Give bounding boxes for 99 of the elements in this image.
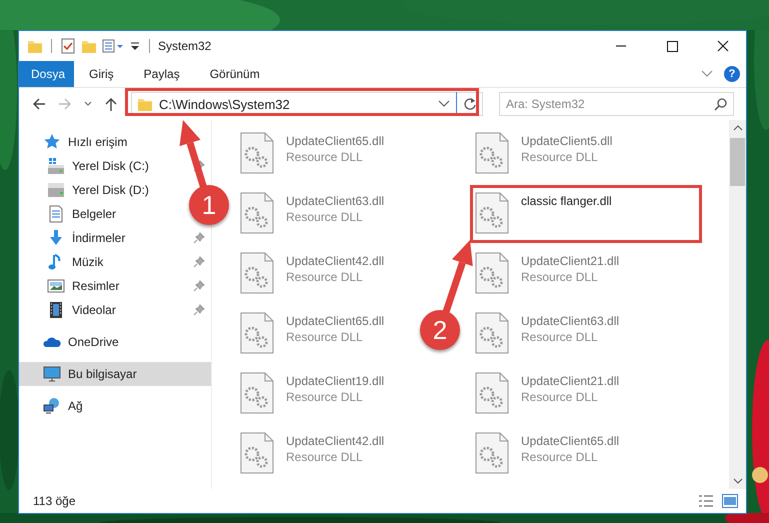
sidebar-item[interactable]: Belgeler	[19, 202, 122, 226]
help-button[interactable]: ?	[724, 66, 740, 82]
gears-file-icon[interactable]	[240, 252, 274, 294]
file-type: Resource DLL	[286, 270, 364, 284]
item-count: 113 öğe	[33, 494, 76, 508]
up-icon[interactable]	[103, 96, 119, 112]
sidebar-label: Resimler	[72, 279, 120, 293]
file-name: UpdateClient63.dll	[521, 314, 620, 328]
file-type: Resource DLL	[521, 390, 599, 404]
details-view-icon[interactable]	[698, 494, 714, 508]
file-name: UpdateClient19.dll	[286, 374, 384, 388]
sidebar-label: İndirmeler	[72, 231, 126, 245]
scroll-down-icon[interactable]	[732, 477, 742, 485]
file-name: UpdateClient65.dll	[521, 434, 620, 448]
checklist-icon[interactable]	[60, 38, 76, 54]
network-icon	[43, 397, 61, 415]
sidebar-label: Yerel Disk (D:)	[72, 183, 149, 197]
file-type: Resource DLL	[521, 150, 599, 164]
chevron-icon[interactable]	[438, 99, 450, 109]
tiles-view-icon[interactable]	[722, 494, 738, 508]
sidebar-label: Müzik	[72, 255, 104, 269]
sidebar-item[interactable]: Hızlı erişim	[19, 130, 134, 154]
sidebar-label: Hızlı erişim	[68, 135, 128, 149]
ribbon-tab[interactable]: Paylaş	[128, 61, 195, 87]
file-name: UpdateClient42.dll	[286, 254, 384, 268]
file-type: Resource DLL	[286, 390, 364, 404]
scroll-thumb[interactable]	[730, 138, 745, 186]
drive-icon	[47, 181, 65, 199]
sidebar-label: Videolar	[72, 303, 116, 317]
file-type: Resource DLL	[286, 150, 364, 164]
pin-icon[interactable]	[193, 232, 205, 244]
scrollbar[interactable]	[729, 120, 746, 489]
ribbon-tab[interactable]: Dosya	[19, 61, 74, 87]
gears-file-icon[interactable]	[475, 132, 509, 174]
file-type: Resource DLL	[521, 450, 599, 464]
folder-icon[interactable]	[81, 38, 97, 54]
file-name: classic flanger.dll	[521, 194, 612, 208]
gears-file-icon[interactable]	[240, 192, 274, 234]
search-field[interactable]: Ara: System32	[499, 92, 734, 116]
gears-file-icon[interactable]	[475, 192, 509, 234]
folder-icon	[137, 96, 153, 112]
sidebar-item[interactable]: Ağ	[19, 394, 89, 418]
sidebar-item[interactable]: Müzik	[19, 250, 211, 274]
ribbon-tab[interactable]: Görünüm	[194, 61, 275, 87]
refresh-icon[interactable]	[463, 97, 477, 111]
folder-icon[interactable]	[27, 38, 43, 54]
file-name: UpdateClient63.dll	[286, 194, 384, 208]
sidebar-item[interactable]: OneDrive	[19, 330, 125, 354]
gears-file-icon[interactable]	[475, 312, 509, 354]
sidebar-item[interactable]: Videolar	[19, 298, 211, 322]
sidebar-label: Belgeler	[72, 207, 116, 221]
address-bar[interactable]: C:\Windows\System32	[131, 92, 483, 116]
search-icon[interactable]	[714, 97, 728, 111]
file-name: UpdateClient42.dll	[286, 434, 384, 448]
gears-file-icon[interactable]	[240, 312, 274, 354]
gears-file-icon[interactable]	[240, 132, 274, 174]
list-icon[interactable]	[102, 38, 124, 54]
star-icon	[43, 133, 61, 151]
document-icon	[47, 205, 65, 223]
ribbon-tab[interactable]: Giriş	[74, 61, 129, 87]
sidebar-label: Ağ	[68, 399, 83, 413]
sidebar-item[interactable]: İndirmeler	[19, 226, 211, 250]
sidebar-item[interactable]: Bu bilgisayar	[19, 362, 211, 386]
file-name: UpdateClient5.dll	[521, 134, 612, 148]
forward-icon[interactable]	[57, 96, 73, 112]
file-name: UpdateClient65.dll	[286, 134, 384, 148]
file-name: UpdateClient21.dll	[521, 254, 620, 268]
back-icon[interactable]	[31, 96, 47, 112]
file-type: Resource DLL	[286, 330, 364, 344]
gears-file-icon[interactable]	[240, 372, 274, 414]
sidebar-label: OneDrive	[68, 335, 119, 349]
scroll-up-icon[interactable]	[732, 124, 742, 132]
gears-file-icon[interactable]	[475, 372, 509, 414]
gears-file-icon[interactable]	[475, 252, 509, 294]
picture-icon	[47, 277, 65, 295]
film-icon	[47, 301, 65, 319]
pin-icon[interactable]	[193, 256, 205, 268]
gears-file-icon[interactable]	[475, 432, 509, 474]
drive-icon	[47, 157, 65, 175]
file-type: Resource DLL	[521, 270, 599, 284]
chevron-icon[interactable]	[700, 69, 714, 79]
pin-icon[interactable]	[193, 304, 205, 316]
file-name: UpdateClient21.dll	[521, 374, 620, 388]
file-type: Resource DLL	[521, 330, 599, 344]
file-type: Resource DLL	[286, 210, 364, 224]
window-title: System32	[158, 39, 212, 53]
gears-file-icon[interactable]	[240, 432, 274, 474]
pin-icon[interactable]	[193, 160, 205, 172]
sidebar-item[interactable]: Yerel Disk (D:)	[19, 178, 155, 202]
address-path: C:\Windows\System32	[159, 96, 290, 112]
sidebar-item[interactable]: Yerel Disk (C:)	[19, 154, 211, 178]
sidebar-item[interactable]: Resimler	[19, 274, 211, 298]
sidebar-label: Bu bilgisayar	[68, 367, 137, 381]
file-name: UpdateClient65.dll	[286, 314, 384, 328]
sidebar-label: Yerel Disk (C:)	[72, 159, 149, 173]
monitor-icon	[43, 365, 61, 383]
download-icon	[47, 229, 65, 247]
file-type: Resource DLL	[286, 450, 364, 464]
pin-icon[interactable]	[193, 280, 205, 292]
